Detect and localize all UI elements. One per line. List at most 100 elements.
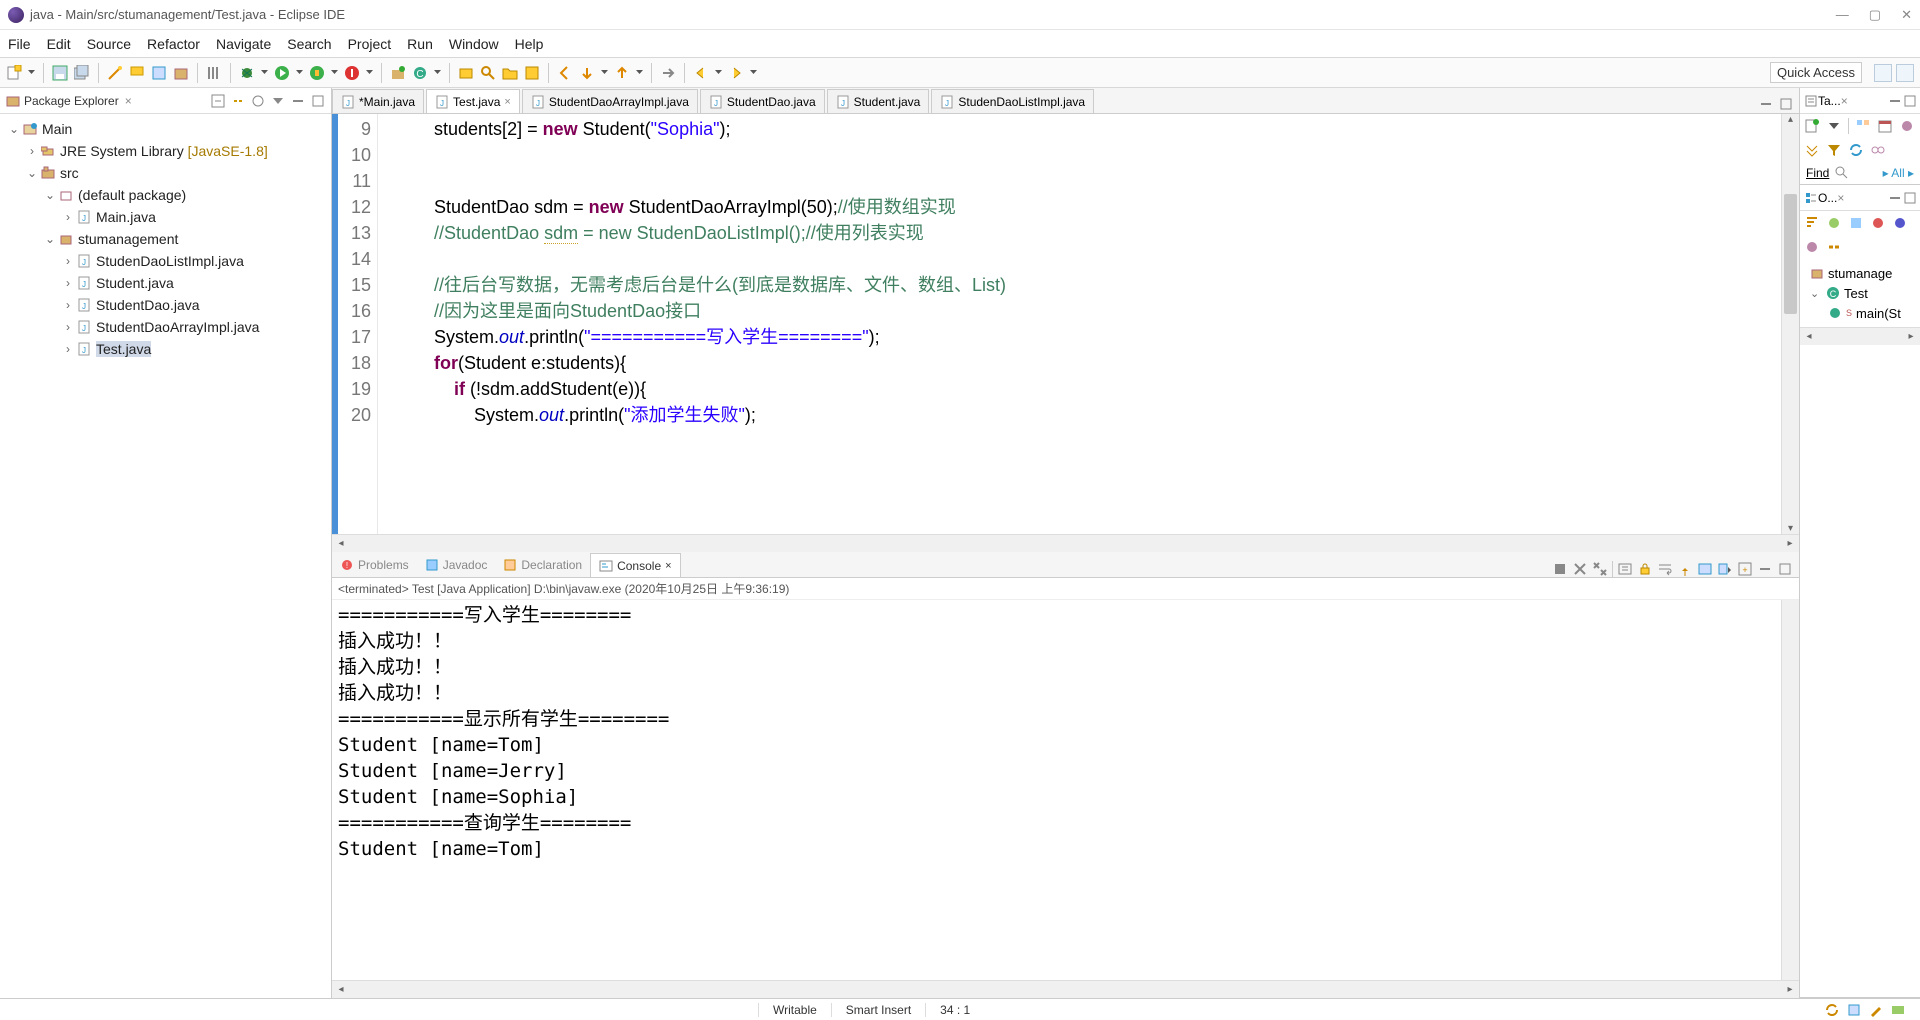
close-icon[interactable]: × <box>665 560 671 572</box>
tree-jre[interactable]: › JRE System Library [JavaSE-1.8] <box>24 140 329 162</box>
scroll-lock-icon[interactable] <box>1637 561 1653 577</box>
menu-project[interactable]: Project <box>348 36 392 52</box>
tree-file[interactable]: › J StudenDaoListImpl.java <box>60 250 329 272</box>
editor-tab[interactable]: J StudentDaoArrayImpl.java <box>522 89 698 113</box>
close-button[interactable]: ✕ <box>1901 7 1912 23</box>
task-icon[interactable] <box>524 65 540 81</box>
minimize-icon[interactable] <box>1757 561 1773 577</box>
scroll-right-icon[interactable]: ▸ <box>1781 538 1799 549</box>
terminate-icon[interactable] <box>1552 561 1568 577</box>
chevron-down-icon[interactable] <box>434 69 441 76</box>
wand-icon[interactable] <box>107 65 123 81</box>
quick-edit-icon[interactable] <box>1868 1002 1884 1018</box>
view-menu-icon[interactable] <box>271 94 285 108</box>
maximize-icon[interactable] <box>1777 561 1793 577</box>
package-explorer-tree[interactable]: ⌄ Main › JRE System Library [JavaSE-1.8]… <box>0 114 331 998</box>
sort-icon[interactable] <box>1804 215 1820 231</box>
ext-tools-icon[interactable] <box>344 65 360 81</box>
next-annotation-icon[interactable] <box>579 65 595 81</box>
open-perspective-icon[interactable] <box>1874 64 1892 82</box>
hide-static-icon[interactable] <box>1848 215 1864 231</box>
clear-console-icon[interactable] <box>1617 561 1633 577</box>
outline-package[interactable]: stumanage <box>1810 263 1914 283</box>
tree-stumanagement[interactable]: ⌄ stumanagement <box>42 228 329 250</box>
scroll-left-icon[interactable]: ◂ <box>332 984 350 995</box>
minimize-icon[interactable] <box>1759 97 1773 111</box>
tree-default-package[interactable]: ⌄ (default package) <box>42 184 329 206</box>
chevron-down-icon[interactable] <box>1826 118 1842 134</box>
editor-area[interactable]: 91011121314151617181920 students[2] = ne… <box>332 114 1799 534</box>
sync-status-icon[interactable] <box>1824 1002 1840 1018</box>
filter-icon[interactable] <box>1826 142 1842 158</box>
focus-outline-icon[interactable] <box>1804 239 1820 255</box>
folder-icon[interactable] <box>502 65 518 81</box>
outline-tree[interactable]: stumanage ⌄ C Test S main(St <box>1800 259 1920 327</box>
menu-edit[interactable]: Edit <box>47 36 71 52</box>
last-edit-location-icon[interactable] <box>660 65 676 81</box>
maximize-icon[interactable] <box>1779 97 1793 111</box>
menu-file[interactable]: File <box>8 36 31 52</box>
console-output[interactable]: ===========写入学生======== 插入成功！！ 插入成功！！ 插入… <box>332 600 1781 980</box>
search-icon[interactable] <box>1835 166 1849 180</box>
minimize-icon[interactable] <box>1889 192 1901 204</box>
editor-vertical-scrollbar[interactable]: ▴ ▾ <box>1781 114 1799 534</box>
package-icon[interactable] <box>173 65 189 81</box>
code-editor[interactable]: students[2] = new Student("Sophia"); Stu… <box>378 114 1781 534</box>
tree-file-main[interactable]: › J Main.java <box>60 206 329 228</box>
save-all-icon[interactable] <box>74 65 90 81</box>
outline-horizontal-scrollbar[interactable]: ◂ ▸ <box>1800 327 1920 345</box>
paint-icon[interactable] <box>129 65 145 81</box>
maximize-icon[interactable] <box>1904 192 1916 204</box>
close-icon[interactable]: × <box>504 96 510 108</box>
java-perspective-icon[interactable] <box>1896 64 1914 82</box>
tab-problems[interactable]: ! Problems <box>332 553 417 577</box>
tree-file[interactable]: › J Student.java <box>60 272 329 294</box>
debug-icon[interactable] <box>239 65 255 81</box>
tree-project[interactable]: ⌄ Main <box>6 118 329 140</box>
open-type-icon[interactable] <box>458 65 474 81</box>
focus-icon[interactable] <box>1899 118 1915 134</box>
new-task-icon[interactable] <box>1804 118 1820 134</box>
word-wrap-icon[interactable] <box>1657 561 1673 577</box>
console-vertical-scrollbar[interactable] <box>1781 600 1799 980</box>
menu-run[interactable]: Run <box>407 36 433 52</box>
editor-tab[interactable]: J Student.java <box>827 89 930 113</box>
chevron-down-icon[interactable] <box>366 69 373 76</box>
run-icon[interactable] <box>274 65 290 81</box>
minimize-icon[interactable] <box>291 94 305 108</box>
all-label[interactable]: All <box>1891 166 1904 180</box>
scroll-left-icon[interactable]: ◂ <box>332 538 350 549</box>
console-dropdown-icon[interactable] <box>1717 561 1733 577</box>
menu-source[interactable]: Source <box>87 36 131 52</box>
chevron-down-icon[interactable] <box>261 69 268 76</box>
remove-launch-icon[interactable] <box>1572 561 1588 577</box>
build-status-icon[interactable] <box>1846 1002 1862 1018</box>
prev-edit-icon[interactable] <box>557 65 573 81</box>
console-horizontal-scrollbar[interactable]: ◂ ▸ <box>332 980 1799 998</box>
bars-icon[interactable] <box>206 65 222 81</box>
editor-tab[interactable]: J *Main.java <box>332 89 424 113</box>
tab-javadoc[interactable]: Javadoc <box>417 553 496 577</box>
search-icon[interactable] <box>480 65 496 81</box>
categorize-icon[interactable] <box>1855 118 1871 134</box>
menu-help[interactable]: Help <box>515 36 544 52</box>
chevron-down-icon[interactable] <box>28 69 35 76</box>
tree-src[interactable]: ⌄ src <box>24 162 329 184</box>
chevron-down-icon[interactable] <box>331 69 338 76</box>
coverage-icon[interactable] <box>309 65 325 81</box>
tree-file[interactable]: › J StudentDaoArrayImpl.java <box>60 316 329 338</box>
new-class-icon[interactable]: C <box>412 65 428 81</box>
maximize-icon[interactable] <box>311 94 325 108</box>
scroll-right-icon[interactable]: ▸ <box>1902 331 1920 342</box>
chevron-down-icon[interactable] <box>715 69 722 76</box>
link-icon[interactable] <box>1870 142 1886 158</box>
display-selected-icon[interactable] <box>1697 561 1713 577</box>
tab-console[interactable]: Console × <box>590 553 680 577</box>
prev-annotation-icon[interactable] <box>614 65 630 81</box>
maximize-icon[interactable] <box>1904 95 1916 107</box>
link-outline-icon[interactable] <box>1826 239 1842 255</box>
menu-refactor[interactable]: Refactor <box>147 36 200 52</box>
scrollbar-thumb[interactable] <box>1784 194 1797 314</box>
chevron-down-icon[interactable] <box>296 69 303 76</box>
back-icon[interactable] <box>693 65 709 81</box>
